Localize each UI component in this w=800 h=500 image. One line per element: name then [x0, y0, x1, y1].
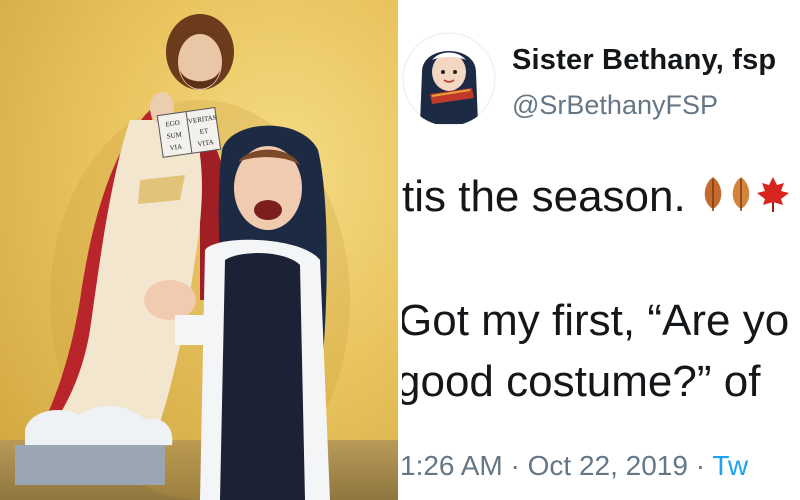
nun-avatar-icon: [402, 32, 496, 126]
avatar[interactable]: [402, 32, 496, 126]
tweet-timestamp[interactable]: 1:26 AM · Oct 22, 2019 · Tw: [402, 450, 748, 482]
source-link[interactable]: Tw: [712, 450, 748, 481]
timestamp-text[interactable]: 1:26 AM · Oct 22, 2019 ·: [402, 450, 705, 481]
user-handle[interactable]: @SrBethanyFSP: [512, 90, 718, 121]
fallen-leaf-icon: [728, 174, 754, 224]
tweet-card: Sister Bethany, fsp @SrBethanyFSP tis th…: [402, 0, 800, 500]
photo-illustration: EGO VERITAS SUM ET VIA VITA: [15, 14, 350, 500]
tweet-text-line-1: tis the season.: [402, 172, 790, 224]
display-name[interactable]: Sister Bethany, fsp: [512, 44, 776, 77]
tweet-text-line-2: Got my first, “Are yo: [402, 296, 790, 345]
fallen-leaf-icon: [700, 174, 726, 224]
photo-panel: EGO VERITAS SUM ET VIA VITA: [0, 0, 398, 500]
tweet-text: tis the season.: [402, 172, 686, 221]
tweet-text-line-3: good costume?” of: [402, 357, 761, 406]
maple-leaf-icon: [756, 174, 790, 224]
